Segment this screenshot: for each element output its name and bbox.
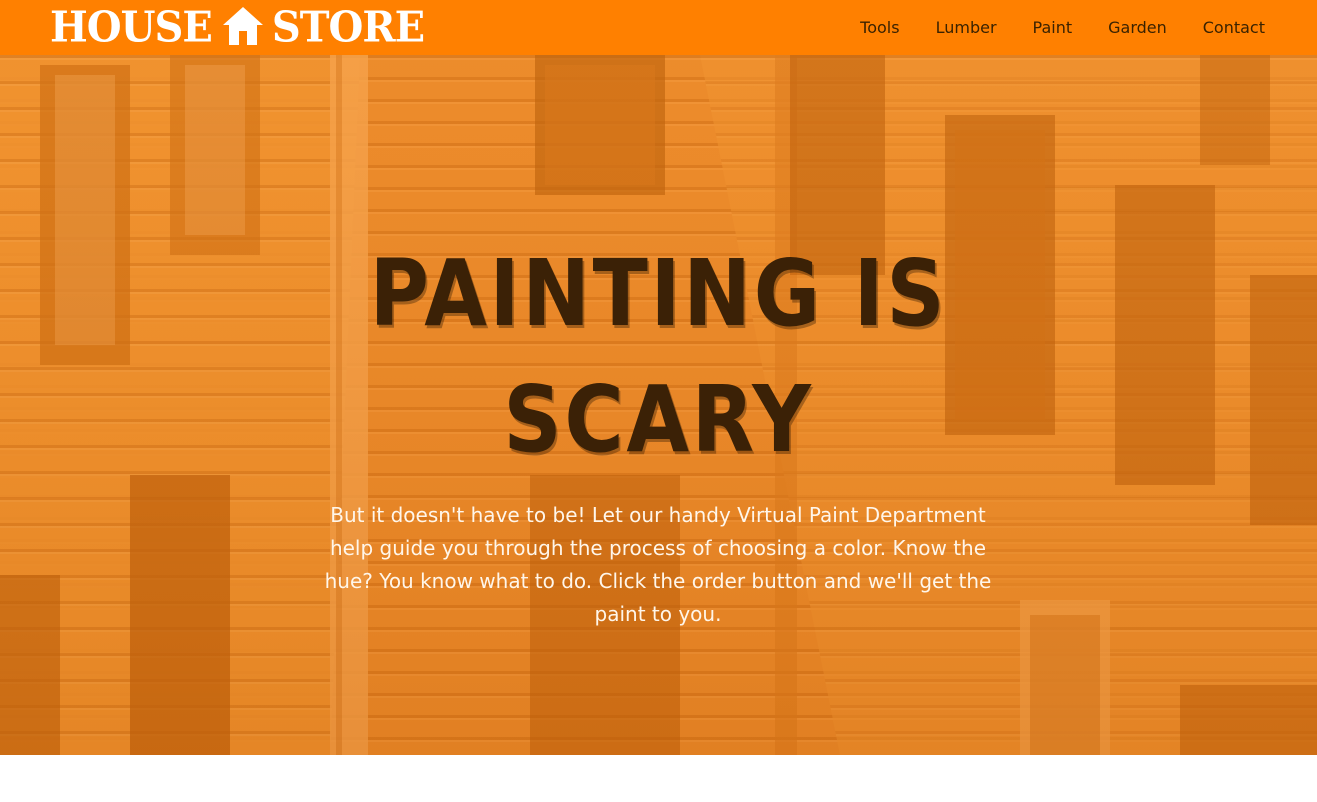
hero-content: PAINTING IS SCARY But it doesn't have to… xyxy=(0,55,1317,755)
hero-description: But it doesn't have to be! Let our handy… xyxy=(324,503,992,626)
nav-link-garden[interactable]: Garden xyxy=(1108,18,1167,37)
brand-right-word: STORE xyxy=(271,2,425,52)
top-navbar: HOUSE STORE Tools Lumber Paint Garden Co… xyxy=(0,0,1317,55)
hero-title: PAINTING IS SCARY xyxy=(369,240,948,473)
main-nav: Tools Lumber Paint Garden Contact xyxy=(824,18,1265,37)
house-icon xyxy=(222,6,263,45)
nav-link-contact[interactable]: Contact xyxy=(1203,18,1265,37)
brand-left-word: HOUSE xyxy=(50,2,213,52)
brand-logo[interactable]: HOUSE STORE xyxy=(50,0,425,55)
page-below-hero xyxy=(0,755,1317,802)
nav-link-tools[interactable]: Tools xyxy=(860,18,899,37)
nav-link-lumber[interactable]: Lumber xyxy=(936,18,997,37)
hero-section: PAINTING IS SCARY But it doesn't have to… xyxy=(0,55,1317,755)
nav-link-paint[interactable]: Paint xyxy=(1033,18,1073,37)
